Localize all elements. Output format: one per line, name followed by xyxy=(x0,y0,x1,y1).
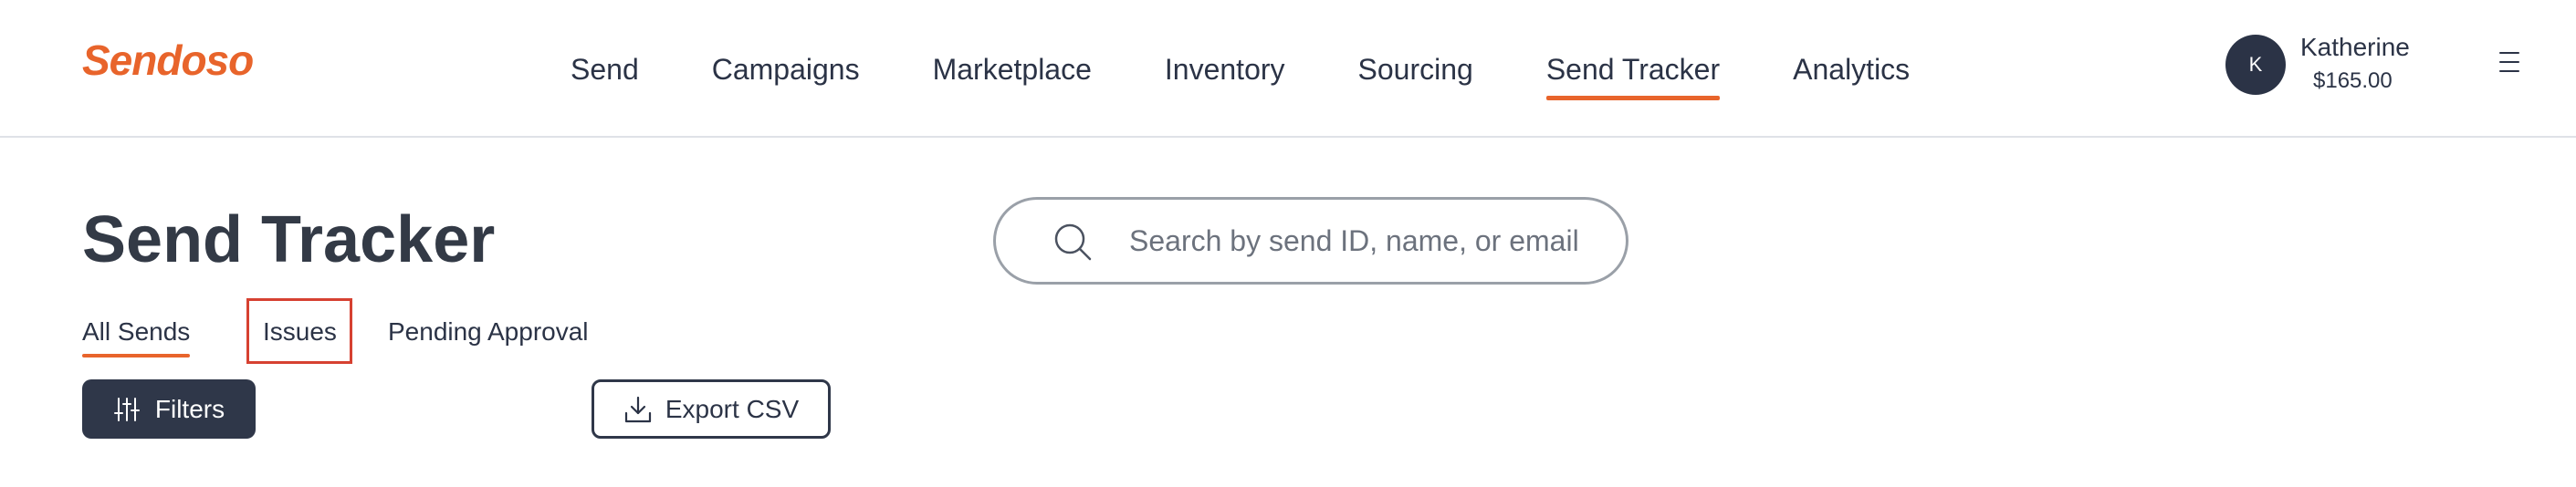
nav-item-marketplace[interactable]: Marketplace xyxy=(933,47,1092,91)
menu-line xyxy=(2499,70,2519,72)
filters-label: Filters xyxy=(154,394,225,423)
user-name[interactable]: Katherine xyxy=(2300,31,2410,64)
hamburger-menu-icon[interactable] xyxy=(2499,52,2519,72)
menu-line xyxy=(2499,52,2519,54)
page-title: Send Tracker xyxy=(82,203,496,276)
nav-item-send-tracker[interactable]: Send Tracker xyxy=(1545,47,1721,100)
search-bar[interactable] xyxy=(993,197,1628,285)
nav-item-sourcing[interactable]: Sourcing xyxy=(1358,47,1473,91)
sliders-icon xyxy=(113,397,140,421)
menu-line xyxy=(2499,61,2519,63)
nav-item-inventory[interactable]: Inventory xyxy=(1165,47,1285,91)
filters-button[interactable]: Filters xyxy=(82,379,256,439)
download-icon xyxy=(624,396,651,422)
sendoso-logo[interactable]: Sendoso xyxy=(82,33,254,88)
user-balance: $165.00 xyxy=(2313,68,2393,93)
search-input[interactable] xyxy=(1129,200,1604,282)
tab-pending-approval[interactable]: Pending Approval xyxy=(388,314,589,350)
export-csv-button[interactable]: Export CSV xyxy=(592,379,831,439)
main-nav: Send Campaigns Marketplace Inventory Sou… xyxy=(571,42,1983,100)
nav-item-campaigns[interactable]: Campaigns xyxy=(712,47,860,91)
search-icon xyxy=(1054,223,1092,261)
export-csv-label: Export CSV xyxy=(665,394,800,423)
top-navigation-bar: Sendoso Send Campaigns Marketplace Inven… xyxy=(0,0,2576,138)
nav-item-analytics[interactable]: Analytics xyxy=(1793,47,1910,91)
user-avatar[interactable]: K xyxy=(2225,35,2286,95)
tab-all-sends[interactable]: All Sends xyxy=(82,314,191,357)
nav-item-send[interactable]: Send xyxy=(571,47,639,91)
tab-issues[interactable]: Issues xyxy=(263,314,337,350)
